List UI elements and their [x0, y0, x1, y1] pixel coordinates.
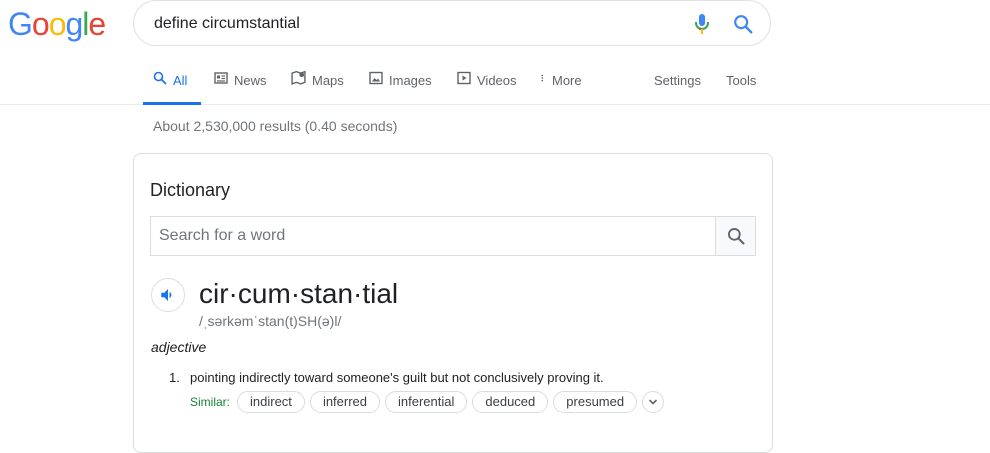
- logo-letter: G: [8, 6, 33, 42]
- more-vertical-icon: [541, 74, 544, 82]
- tab-label: Maps: [312, 73, 344, 88]
- tab-label: Videos: [477, 73, 517, 88]
- dictionary-search-button[interactable]: [715, 217, 755, 255]
- dictionary-card: Dictionary cir·cum·stan·tial /ˌsərkəmˈst…: [133, 153, 773, 453]
- definition-number: 1.: [169, 370, 180, 385]
- pronunciation-button[interactable]: [151, 278, 185, 312]
- logo-letter: g: [65, 6, 83, 42]
- headword: cir·cum·stan·tial: [199, 278, 399, 309]
- tab-label: All: [173, 73, 188, 88]
- similar-chip[interactable]: presumed: [553, 391, 638, 413]
- similar-chip[interactable]: indirect: [237, 391, 305, 413]
- expand-similar-button[interactable]: [642, 391, 665, 413]
- tools-label: Tools: [726, 73, 757, 88]
- dictionary-title: Dictionary: [150, 180, 231, 200]
- video-icon: [457, 71, 471, 85]
- logo-letter: e: [88, 6, 106, 42]
- tools-link[interactable]: Tools: [726, 66, 756, 104]
- search-tabs: All News Maps Images Videos More Setting…: [0, 66, 990, 105]
- similar-words: Similar: indirect inferred inferential d…: [190, 390, 665, 414]
- search-icon: [153, 71, 167, 85]
- phonetic: /ˌsərkəmˈstan(t)SH(ə)l/: [199, 313, 342, 329]
- dictionary-search-input[interactable]: [151, 217, 715, 255]
- similar-chip[interactable]: deduced: [472, 391, 549, 413]
- search-box[interactable]: define circumstantial: [133, 0, 771, 46]
- tab-images[interactable]: Images: [369, 66, 432, 104]
- search-icon[interactable]: [732, 13, 754, 35]
- part-of-speech: adjective: [151, 339, 207, 355]
- chevron-down-icon: [649, 399, 658, 405]
- image-icon: [369, 71, 383, 85]
- tab-more[interactable]: More: [540, 66, 582, 104]
- search-input[interactable]: define circumstantial: [154, 15, 300, 33]
- similar-chip[interactable]: inferred: [309, 391, 381, 413]
- settings-link[interactable]: Settings: [654, 66, 701, 104]
- settings-label: Settings: [654, 73, 701, 88]
- tab-label: News: [234, 73, 267, 88]
- microphone-icon[interactable]: [692, 13, 712, 35]
- result-stats: About 2,530,000 results (0.40 seconds): [153, 118, 398, 134]
- news-icon: [214, 72, 228, 84]
- map-icon: [291, 70, 306, 85]
- dictionary-search: [150, 216, 756, 256]
- logo-letter: o: [48, 6, 67, 42]
- tab-maps[interactable]: Maps: [291, 66, 344, 104]
- google-logo[interactable]: Google: [8, 4, 106, 44]
- similar-chip[interactable]: inferential: [385, 391, 468, 413]
- tab-all[interactable]: All: [143, 66, 201, 105]
- tab-label: Images: [389, 73, 432, 88]
- tab-news[interactable]: News: [214, 66, 267, 104]
- logo-letter: o: [31, 6, 50, 42]
- similar-label: Similar:: [190, 395, 231, 409]
- speaker-icon: [161, 289, 172, 301]
- definition-text: pointing indirectly toward someone's gui…: [190, 370, 604, 385]
- tab-videos[interactable]: Videos: [457, 66, 517, 104]
- search-icon: [727, 228, 744, 245]
- tab-label: More: [552, 73, 582, 88]
